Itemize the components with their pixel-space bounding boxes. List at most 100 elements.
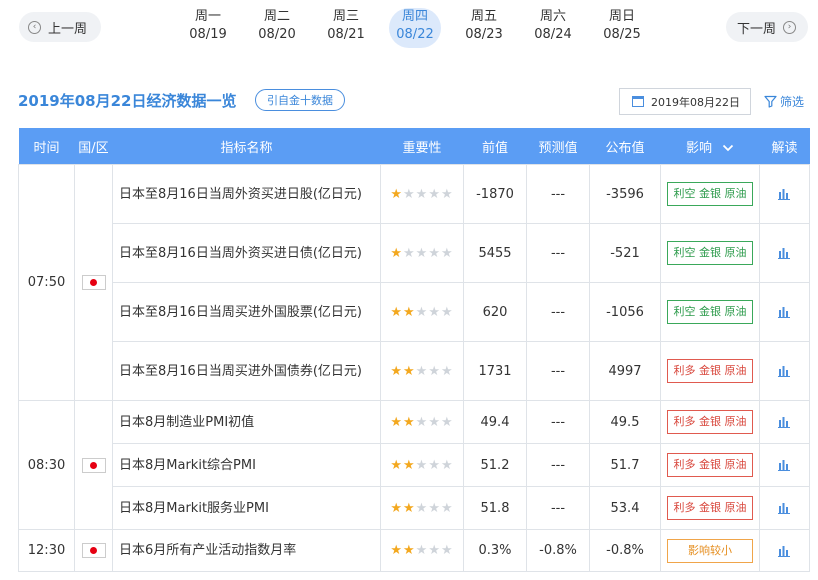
prev-week-label: 上一周 [48,21,88,37]
day-weekday: 周一 [194,9,221,24]
importance-cell: ★★★★★ [380,529,464,572]
impact-cell: 影响较小 [660,529,760,572]
day-date: 08/21 [327,27,365,42]
interpret-cell[interactable] [759,529,810,572]
day-tab-0[interactable]: 周一 08/19 [182,8,234,48]
time-cell: 08:30 [18,400,75,530]
date-value: 2019年08月22日 [651,95,740,109]
bar-chart-icon[interactable] [778,306,791,318]
star-empty-icon: ★ [415,543,429,558]
impact-badge: 利多 金银 原油 [667,359,753,383]
bar-chart-icon[interactable] [778,416,791,428]
star-empty-icon: ★ [415,186,429,202]
indicator-name: 日本8月Markit综合PMI [119,457,256,473]
star-empty-icon: ★ [440,186,454,202]
prev-value: 620 [482,304,508,320]
star-empty-icon: ★ [428,414,441,430]
indicator-name: 日本8月制造业PMI初值 [119,414,255,430]
prev-cell: 0.3% [463,529,527,572]
column-header-label: 指标名称 [220,140,273,156]
actual-value: -0.8% [606,543,644,558]
japan-flag-icon [81,543,106,558]
indicator-name-cell: 日本6月所有产业活动指数月率 [112,529,381,572]
time-cell: 12:30 [18,529,75,572]
bar-chart-icon[interactable] [778,365,791,377]
next-week-button[interactable]: 下一周 › [726,12,808,42]
indicator-name-cell: 日本至8月16日当周外资买进日债(亿日元) [112,223,381,283]
date-picker[interactable]: 2019年08月22日 [619,88,751,115]
interpret-cell[interactable] [759,341,810,401]
day-tab-6[interactable]: 周日 08/25 [596,8,648,48]
indicator-name: 日本至8月16日当周外资买进日债(亿日元) [119,245,362,261]
bar-chart-icon[interactable] [778,502,791,514]
interpret-cell[interactable] [759,164,810,224]
table-row: 日本至8月16日当周外资买进日债(亿日元) ★★★★★ 5455 --- -521 利空 … [19,223,810,283]
indicator-name: 日本至8月16日当周外资买进日股(亿日元) [119,186,362,202]
importance-cell: ★★★★★ [380,443,464,487]
forecast-cell: --- [526,400,590,444]
impact-cell: 利多 金银 原油 [660,341,760,401]
actual-value: 49.5 [610,414,640,430]
prev-cell: 1731 [463,341,527,401]
interpret-cell[interactable] [759,486,810,530]
impact-cell: 利多 金银 原油 [660,443,760,487]
actual-value: -3596 [606,186,644,202]
forecast-value: --- [550,457,566,473]
filter-icon [764,95,777,108]
day-date: 08/19 [189,27,227,42]
impact-badge: 利多 金银 原油 [667,496,753,520]
day-weekday: 周四 [401,9,428,24]
interpret-cell[interactable] [759,282,810,342]
prev-value: -1870 [476,186,514,202]
star-empty-icon: ★ [440,414,454,430]
prev-value: 49.4 [480,414,510,430]
actual-cell: 4997 [589,341,661,401]
day-tab-1[interactable]: 周二 08/20 [251,8,303,48]
table-row: 12:30 日本6月所有产业活动指数月率 ★★★★★ 0.3% -0.8% -0.8% 影响… [18,529,810,572]
source-button[interactable]: 引自金十数据 [255,89,345,111]
actual-cell: 49.5 [589,400,661,444]
interpret-cell[interactable] [759,400,810,444]
impact-badge: 利多 金银 原油 [667,453,753,477]
column-header-label: 国/区 [78,140,109,156]
forecast-cell: --- [526,223,590,283]
importance-cell: ★★★★★ [380,400,464,444]
column-header-label: 影响 [685,140,712,156]
day-tab-4[interactable]: 周五 08/23 [458,8,510,48]
column-header-label: 重要性 [402,140,442,156]
bar-chart-icon[interactable] [778,459,791,471]
impact-cell: 利空 金银 原油 [660,223,760,283]
filter-button[interactable]: 筛选 [764,93,804,110]
star-empty-icon: ★ [428,500,441,516]
day-weekday: 周日 [608,9,635,24]
interpret-cell[interactable] [759,223,810,283]
column-header[interactable]: 影响 [660,128,760,165]
bar-chart-icon[interactable] [778,247,791,259]
star-filled-icon: ★ [390,363,404,379]
indicator-name: 日本6月所有产业活动指数月率 [119,543,297,558]
indicator-name: 日本8月Markit服务业PMI [119,500,269,516]
day-tab-3[interactable]: 周四 08/22 [389,8,441,48]
country-cell [74,529,113,572]
column-header: 前值 [463,128,527,165]
day-tab-2[interactable]: 周三 08/21 [320,8,372,48]
star-filled-icon: ★ [403,363,416,379]
actual-value: -1056 [606,304,644,320]
calendar-icon [632,96,644,107]
star-filled-icon: ★ [403,500,416,516]
actual-cell: -1056 [589,282,661,342]
bar-chart-icon[interactable] [778,188,791,200]
bar-chart-icon[interactable] [778,545,791,557]
importance-cell: ★★★★★ [380,486,464,530]
star-filled-icon: ★ [390,245,404,261]
star-empty-icon: ★ [428,186,441,202]
star-empty-icon: ★ [428,543,441,558]
day-tab-5[interactable]: 周六 08/24 [527,8,579,48]
interpret-cell[interactable] [759,443,810,487]
prev-cell: 5455 [463,223,527,283]
prev-week-button[interactable]: ‹ 上一周 [19,12,101,42]
prev-cell: 49.4 [463,400,527,444]
day-date: 08/25 [603,27,641,42]
star-empty-icon: ★ [440,543,454,558]
prev-value: 1731 [478,363,512,379]
